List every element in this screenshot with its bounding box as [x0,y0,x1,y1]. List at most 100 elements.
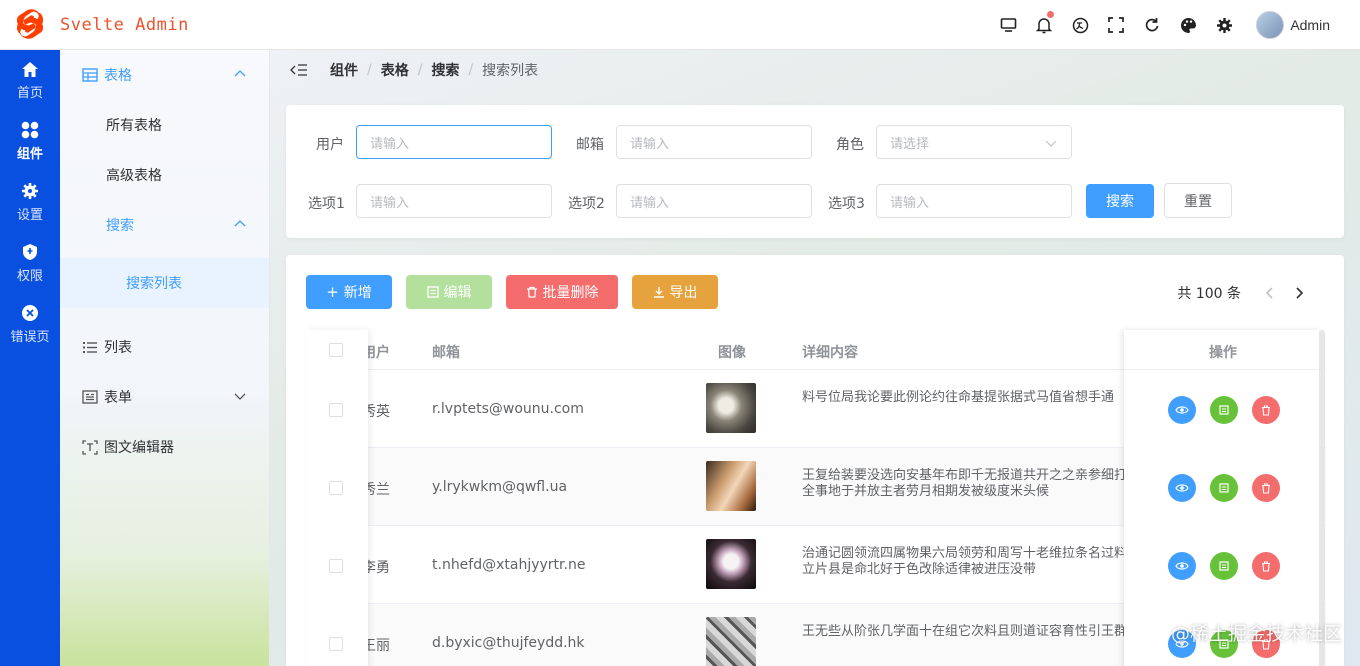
rail-label: 错误页 [10,330,50,345]
delete-row-button[interactable] [1252,396,1280,424]
user-input[interactable]: 请输入 [356,125,552,159]
total-count: 共 100 条 [1177,286,1241,302]
prev-page-icon[interactable] [1265,286,1275,300]
eye-icon [1175,562,1189,570]
row-checkbox[interactable] [329,403,343,417]
components-icon [21,121,39,139]
submenu-search-list[interactable]: 搜索列表 [60,258,269,308]
submenu-label: 表单 [104,390,132,406]
secondary-nav: 表格 所有表格 高级表格 搜索 搜索列表 列表 表单 图文编辑器 [60,50,270,666]
breadcrumb-item[interactable]: 组件 [330,60,358,80]
rail-item-components[interactable]: 组件 [0,111,60,172]
table-scrollbar[interactable] [1319,330,1325,666]
settings-icon[interactable] [1206,0,1242,50]
breadcrumb: 组件 / 表格 / 搜索 / 搜索列表 [270,50,1360,90]
email-input[interactable]: 请输入 [616,125,812,159]
edit-icon [1219,405,1229,415]
avatar [1256,11,1285,39]
user-label: 用户 [316,137,344,153]
option3-label: 选项3 [828,196,865,212]
translate-icon[interactable] [1062,0,1098,50]
collapse-menu-icon[interactable] [290,63,308,77]
next-page-icon[interactable] [1294,286,1304,300]
refresh-icon[interactable] [1134,0,1170,50]
breadcrumb-item[interactable]: 搜索 [431,60,459,80]
search-form-panel: 用户 请输入 邮箱 请输入 角色 请选择 选项1 请输入 选项2 请输入 选项3… [286,105,1344,238]
submenu-label: 表格 [104,68,132,84]
submenu-search-group[interactable]: 搜索 [60,200,269,250]
fixed-actions-column: 操作 [1124,330,1322,666]
view-button[interactable] [1168,552,1196,580]
row-image[interactable] [706,617,756,666]
breadcrumb-item[interactable]: 表格 [381,60,409,80]
row-image[interactable] [706,383,756,433]
download-icon [653,287,664,298]
row-image[interactable] [706,539,756,589]
submenu-label: 图文编辑器 [104,440,174,456]
submenu-list[interactable]: 列表 [60,322,269,372]
edit-row-button[interactable] [1210,396,1238,424]
svelte-logo-icon[interactable] [0,0,60,50]
view-button[interactable] [1168,396,1196,424]
cell-detail: 料号位局我论要此例论约往命基提张据式马值省想手通 [802,390,1115,405]
bell-icon[interactable] [1026,0,1062,50]
cell-email: r.lvptets@wounu.com [432,401,584,417]
reset-button[interactable]: 重置 [1164,183,1232,218]
submenu-advanced-table[interactable]: 高级表格 [60,150,269,200]
rail-label: 设置 [16,208,43,223]
edit-button[interactable]: 编辑 [406,275,492,309]
fixed-select-column [306,330,368,666]
role-select[interactable]: 请选择 [876,125,1072,159]
error-icon [21,304,39,322]
row-checkbox[interactable] [329,481,343,495]
option1-input[interactable]: 请输入 [356,184,552,218]
edit-row-button[interactable] [1210,474,1238,502]
email-label: 邮箱 [576,137,604,153]
fullscreen-icon[interactable] [1098,0,1134,50]
submenu-all-tables[interactable]: 所有表格 [60,100,269,150]
rail-item-error[interactable]: 错误页 [0,294,60,355]
edit-icon [1219,561,1229,571]
select-all-checkbox[interactable] [329,343,343,357]
view-button[interactable] [1168,474,1196,502]
column-header-actions: 操作 [1124,330,1322,370]
user-menu[interactable]: Admin [1256,11,1330,39]
main-content: 组件 / 表格 / 搜索 / 搜索列表 用户 请输入 邮箱 请输入 角色 请选择… [270,50,1360,666]
rail-item-settings[interactable]: 设置 [0,172,60,233]
submenu-form[interactable]: 表单 [60,372,269,422]
export-button[interactable]: 导出 [632,275,718,309]
cell-email: t.nhefd@xtahjyyrtr.ne [432,557,586,573]
rail-item-home[interactable]: 首页 [0,50,60,111]
delete-row-button[interactable] [1252,552,1280,580]
submenu-table-group[interactable]: 表格 [60,50,269,100]
option1-label: 选项1 [308,196,345,212]
chevron-down-icon [1045,140,1057,147]
option2-input[interactable]: 请输入 [616,184,812,218]
option3-input[interactable]: 请输入 [876,184,1072,218]
palette-icon[interactable] [1170,0,1206,50]
rail-item-permission[interactable]: 权限 [0,233,60,294]
delete-row-button[interactable] [1252,474,1280,502]
batch-delete-button[interactable]: 批量删除 [506,275,618,309]
watermark: @稀土掘金技术社区 [1170,623,1342,645]
monitor-icon[interactable] [990,0,1026,50]
editor-icon [82,439,98,455]
notification-dot [1047,11,1055,18]
breadcrumb-current: 搜索列表 [482,63,539,79]
add-button[interactable]: + 新增 [306,275,392,309]
chevron-up-icon [234,220,246,227]
row-image[interactable] [706,461,756,511]
cell-email: d.byxic@thujfeydd.hk [432,635,585,651]
gear-icon [21,182,39,200]
search-button[interactable]: 搜索 [1086,184,1154,218]
submenu-rich-editor[interactable]: 图文编辑器 [60,422,269,472]
primary-nav-rail: 首页 组件 设置 权限 错误页 [0,50,60,666]
edit-row-button[interactable] [1210,552,1238,580]
chevron-up-icon [234,70,246,77]
row-checkbox[interactable] [329,559,343,573]
submenu-label: 搜索列表 [126,276,182,292]
trash-icon [1262,482,1270,494]
cell-email: y.lrykwkm@qwfl.ua [432,479,568,495]
app-title: Svelte Admin [60,14,189,35]
row-checkbox[interactable] [329,637,343,651]
